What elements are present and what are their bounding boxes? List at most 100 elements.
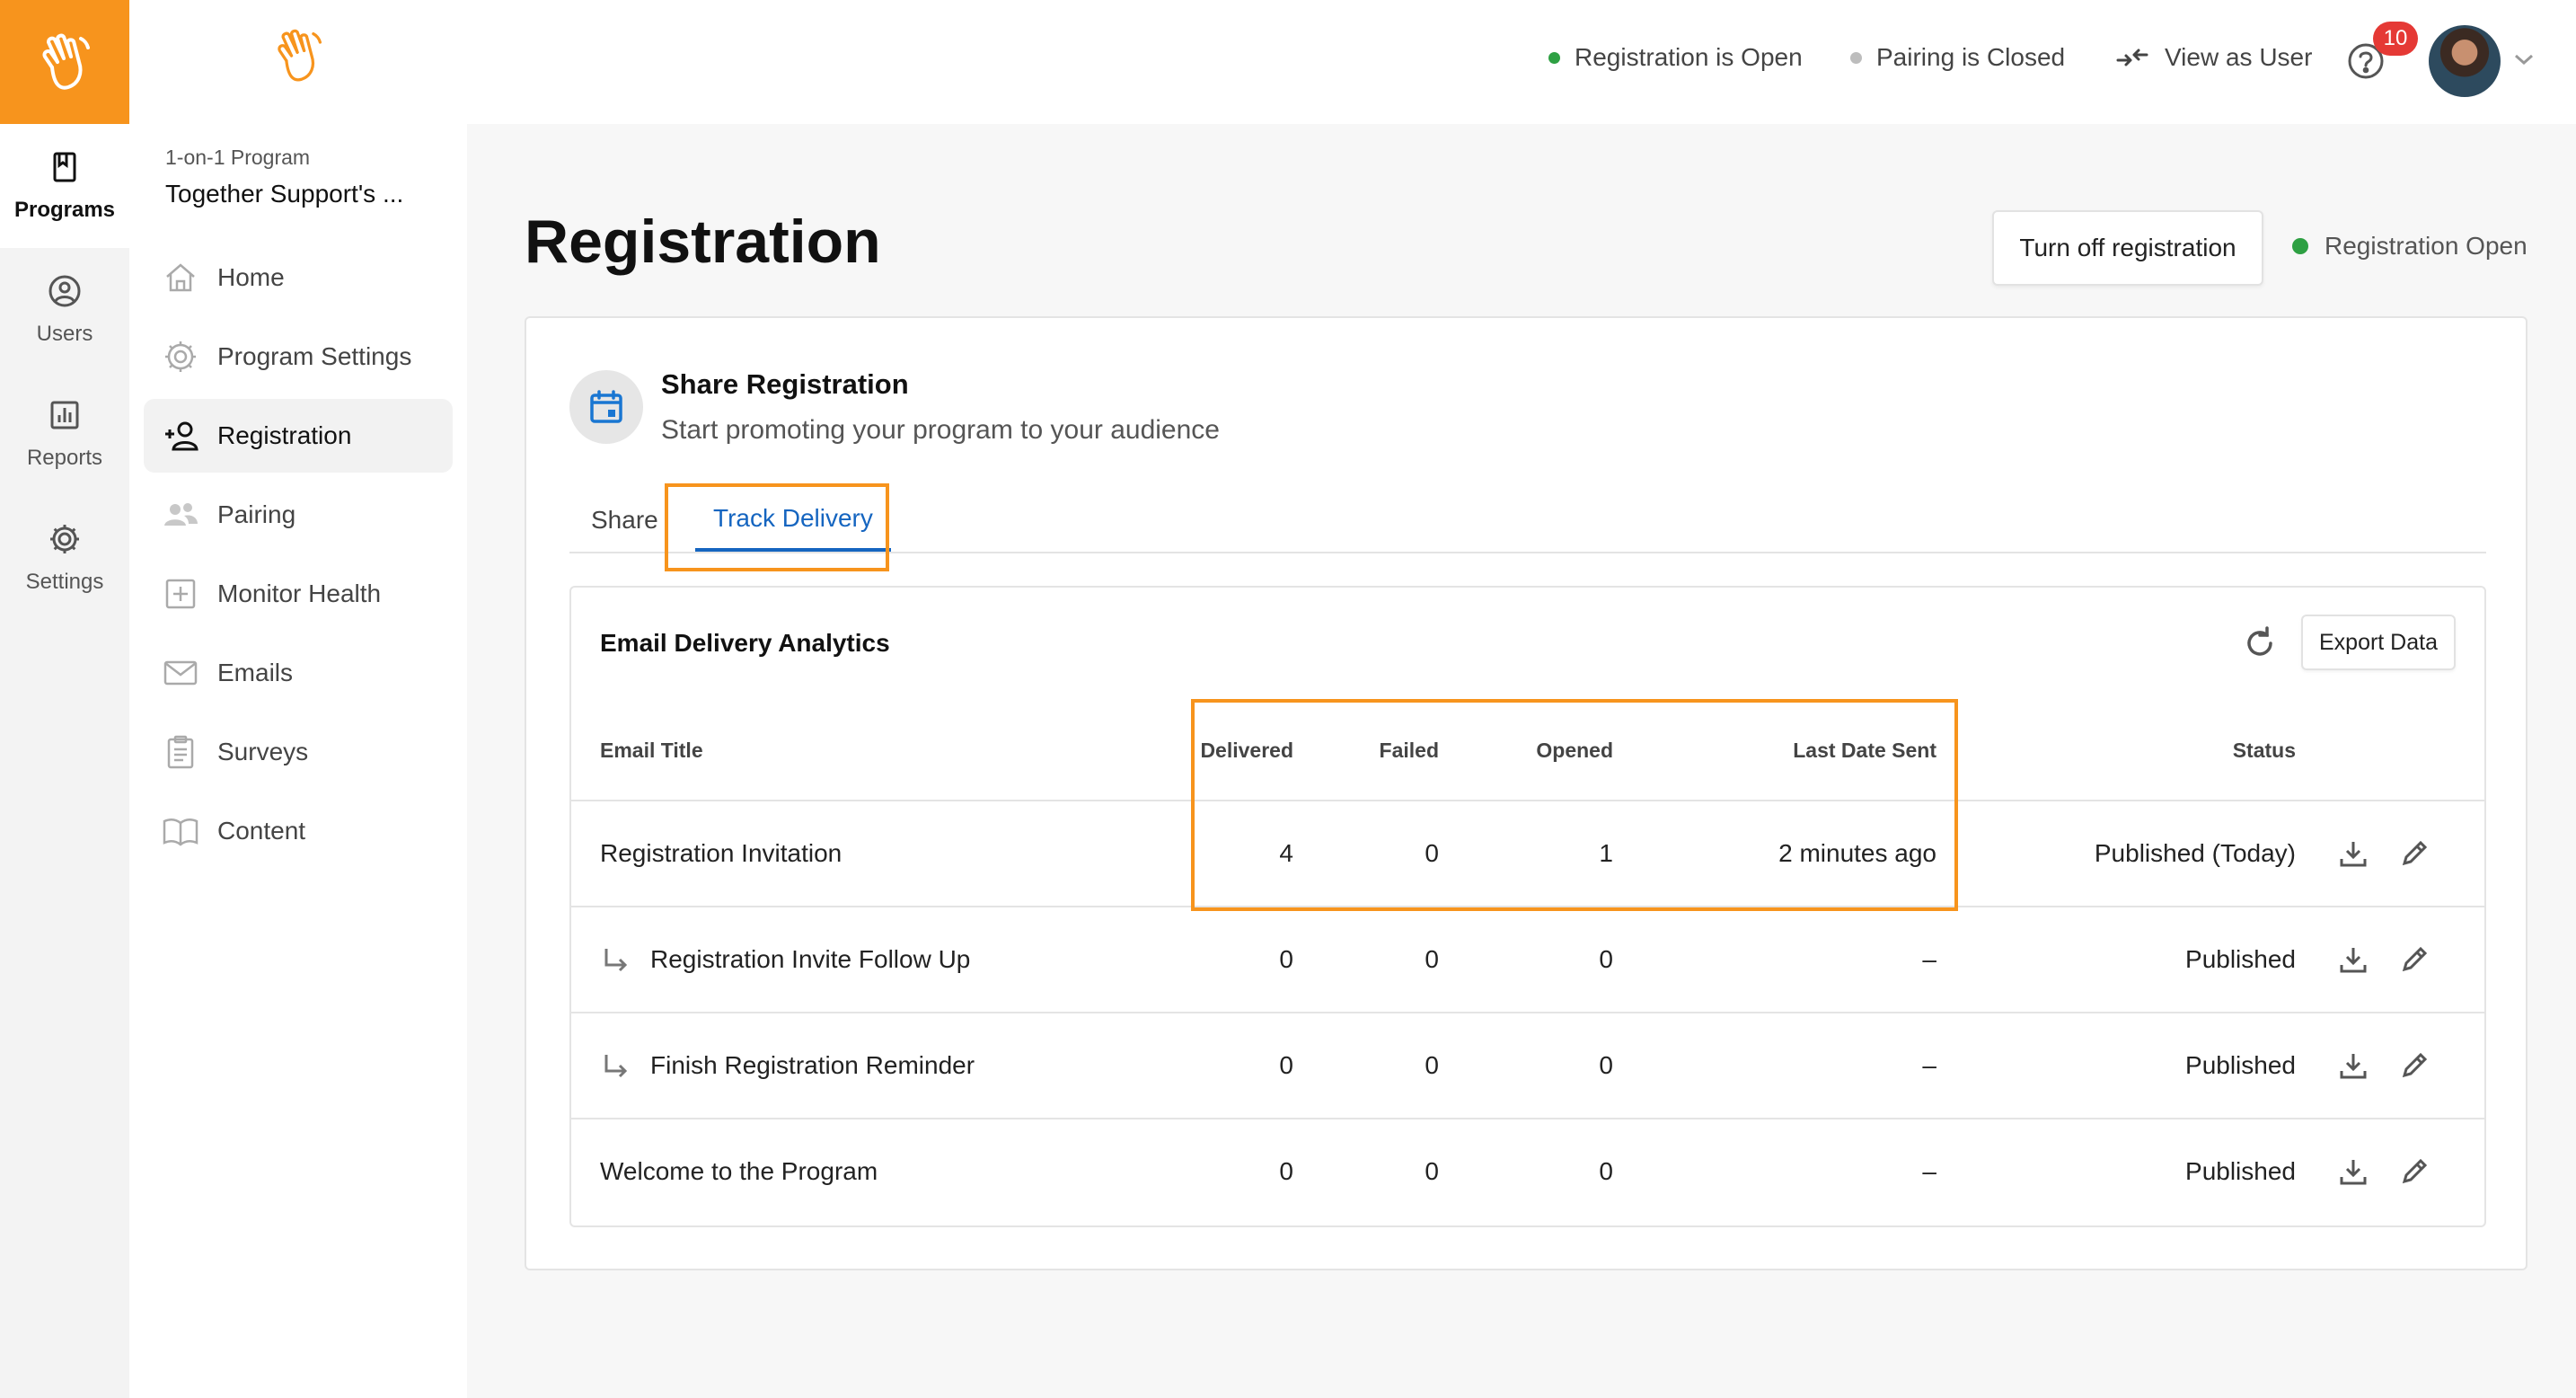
sidebar-item-label: Pairing bbox=[217, 500, 296, 528]
program-nav: Home Program Settings Registration Pairi… bbox=[144, 241, 453, 873]
status-cell: Published (Today) bbox=[2094, 839, 2296, 867]
view-as-user-label: View as User bbox=[2165, 43, 2313, 71]
edit-button[interactable] bbox=[2398, 801, 2430, 906]
rail-item-reports[interactable]: Reports bbox=[0, 372, 129, 496]
sidebar-item-emails[interactable]: Emails bbox=[144, 636, 453, 710]
status-dot bbox=[2292, 238, 2308, 254]
mail-icon bbox=[163, 660, 198, 686]
refresh-icon[interactable] bbox=[2240, 624, 2280, 663]
registration-open-status: Registration Open bbox=[2292, 232, 2527, 261]
page-title: Registration bbox=[525, 208, 881, 276]
program-type: 1-on-1 Program bbox=[165, 146, 311, 169]
bar-chart-icon bbox=[50, 401, 79, 429]
chevron-down-icon[interactable] bbox=[2511, 50, 2536, 68]
share-registration-card: Share Registration Start promoting your … bbox=[525, 316, 2527, 1270]
turn-off-registration-button[interactable]: Turn off registration bbox=[1992, 210, 2263, 286]
sidebar-item-label: Home bbox=[217, 263, 285, 291]
view-as-user-button[interactable]: View as User bbox=[2114, 43, 2312, 72]
opened-cell: 0 bbox=[1599, 1157, 1613, 1185]
tab-share[interactable]: Share bbox=[591, 489, 658, 552]
share-registration-title: Share Registration bbox=[661, 368, 909, 400]
email-title-cell: Registration Invitation bbox=[600, 839, 842, 867]
sidebar-item-pairing[interactable]: Pairing bbox=[144, 478, 453, 552]
status-dot bbox=[1850, 51, 1862, 64]
column-header-email-title: Email Title bbox=[600, 739, 703, 762]
rail-item-label: Programs bbox=[13, 198, 116, 222]
sidebar-item-surveys[interactable]: Surveys bbox=[144, 715, 453, 789]
table-row[interactable]: Welcome to the Program 0 0 0 – Published bbox=[571, 1118, 2484, 1224]
highlight-box bbox=[1191, 699, 1958, 911]
email-title-text: Finish Registration Reminder bbox=[650, 1051, 975, 1079]
sidebar-item-label: Surveys bbox=[217, 738, 309, 765]
rail-item-programs[interactable]: Programs bbox=[0, 124, 129, 248]
download-button[interactable] bbox=[2337, 907, 2369, 1012]
last-sent-cell: – bbox=[1922, 1157, 1936, 1185]
table-row[interactable]: Finish Registration Reminder 0 0 0 – Pub… bbox=[571, 1012, 2484, 1118]
download-button[interactable] bbox=[2337, 1119, 2369, 1224]
gear-icon bbox=[50, 525, 79, 553]
column-header-status: Status bbox=[2232, 739, 2296, 762]
delivered-cell: 0 bbox=[1279, 1051, 1293, 1079]
user-circle-icon bbox=[49, 275, 81, 307]
status-dot bbox=[1548, 51, 1560, 64]
waving-hand-icon bbox=[278, 29, 322, 82]
registration-status-indicator: Registration is Open bbox=[1548, 43, 1803, 72]
sidebar-item-label: Content bbox=[217, 817, 306, 845]
rail-item-settings[interactable]: Settings bbox=[0, 496, 129, 620]
notification-badge[interactable]: 10 bbox=[2373, 22, 2418, 56]
registration-open-text: Registration Open bbox=[2325, 232, 2527, 260]
plus-box-icon bbox=[165, 579, 196, 609]
failed-cell: 0 bbox=[1425, 1051, 1439, 1079]
failed-cell: 0 bbox=[1425, 1157, 1439, 1185]
avatar[interactable] bbox=[2429, 25, 2501, 97]
last-sent-cell: – bbox=[1922, 945, 1936, 973]
clipboard-icon bbox=[167, 735, 194, 769]
sidebar-item-registration[interactable]: Registration bbox=[144, 399, 453, 473]
pairing-status-indicator: Pairing is Closed bbox=[1850, 43, 2065, 72]
highlight-box bbox=[665, 483, 889, 571]
edit-button[interactable] bbox=[2398, 907, 2430, 1012]
edit-button[interactable] bbox=[2398, 1013, 2430, 1118]
edit-button[interactable] bbox=[2398, 1119, 2430, 1224]
pencil-icon bbox=[2402, 1052, 2428, 1078]
status-cell: Published bbox=[2185, 1157, 2296, 1185]
rail-item-users[interactable]: Users bbox=[0, 248, 129, 372]
download-button[interactable] bbox=[2337, 801, 2369, 906]
calendar-icon bbox=[590, 390, 622, 423]
sidebar-item-home[interactable]: Home bbox=[144, 241, 453, 314]
sub-item-arrow-icon bbox=[604, 1055, 628, 1078]
waving-hand-icon bbox=[42, 33, 90, 90]
pencil-icon bbox=[2402, 1158, 2428, 1184]
delivered-cell: 0 bbox=[1279, 1157, 1293, 1185]
failed-cell: 0 bbox=[1425, 945, 1439, 973]
swap-arrows-icon bbox=[2116, 49, 2148, 66]
analytics-title: Email Delivery Analytics bbox=[600, 629, 890, 657]
status-cell: Published bbox=[2185, 945, 2296, 973]
sidebar-item-content[interactable]: Content bbox=[144, 794, 453, 868]
sidebar-item-label: Program Settings bbox=[217, 342, 412, 370]
table-row[interactable]: Registration Invite Follow Up 0 0 0 – Pu… bbox=[571, 906, 2484, 1012]
status-cell: Published bbox=[2185, 1051, 2296, 1079]
download-icon bbox=[2340, 948, 2367, 973]
pencil-icon bbox=[2402, 840, 2428, 866]
download-button[interactable] bbox=[2337, 1013, 2369, 1118]
app-logo[interactable] bbox=[0, 0, 129, 124]
app-rail: Programs Users Reports Settings bbox=[0, 0, 129, 1398]
rail-item-label: Settings bbox=[25, 570, 104, 594]
registration-status-text: Registration is Open bbox=[1575, 43, 1803, 71]
bookmark-icon bbox=[53, 152, 76, 182]
calendar-icon-badge bbox=[569, 370, 643, 444]
sidebar-item-label: Emails bbox=[217, 659, 294, 686]
email-delivery-analytics: Email Delivery Analytics Export Data Ema… bbox=[569, 586, 2486, 1227]
delivered-cell: 0 bbox=[1279, 945, 1293, 973]
export-data-button[interactable]: Export Data bbox=[2301, 615, 2456, 670]
download-icon bbox=[2340, 842, 2367, 867]
pairing-status-text: Pairing is Closed bbox=[1876, 43, 2066, 71]
sidebar-item-monitor-health[interactable]: Monitor Health bbox=[144, 557, 453, 631]
book-icon bbox=[163, 818, 198, 846]
opened-cell: 0 bbox=[1599, 1051, 1613, 1079]
download-icon bbox=[2340, 1160, 2367, 1185]
sidebar-item-program-settings[interactable]: Program Settings bbox=[144, 320, 453, 394]
email-title-cell: Finish Registration Reminder bbox=[600, 1013, 975, 1118]
program-name[interactable]: Together Support's ... bbox=[165, 180, 435, 208]
